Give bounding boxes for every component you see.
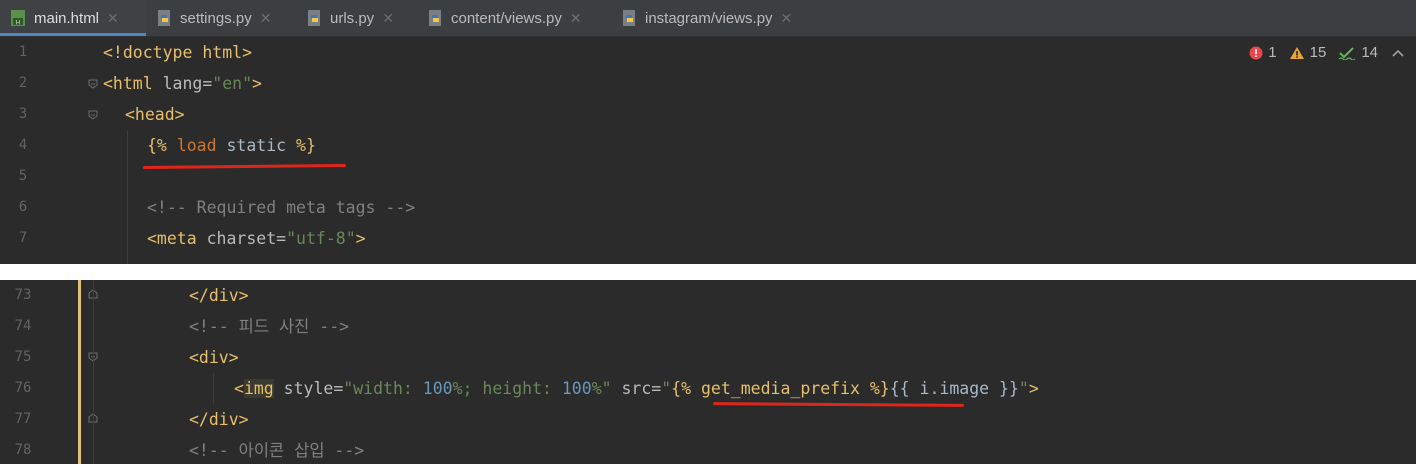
tab-label: instagram/views.py [645,9,773,27]
warning-count: 15 [1289,44,1326,61]
line-number: 1 [18,44,28,60]
line-number: 76 [14,380,32,396]
code-line-74[interactable]: <!-- 피드 사진 --> [189,311,349,342]
change-marker [78,280,81,464]
line-number: 3 [18,106,28,122]
editor-tab-bar: H main.html ✕ settings.py ✕ urls.py ✕ co… [0,0,1416,37]
fold-marker-icon[interactable] [88,110,98,120]
chevron-up-icon[interactable] [1392,48,1404,58]
indent-guide [213,373,214,404]
python-file-icon [621,9,637,27]
code-line-77[interactable]: </div> [189,404,249,435]
python-file-icon [306,9,322,27]
typo-check-icon [1338,46,1356,60]
indent-guide [127,130,128,264]
line-number: 73 [14,287,32,303]
code-line-7[interactable]: <meta charset="utf-8"> [147,223,366,254]
code-line-1[interactable]: <!doctype html> [103,37,252,68]
line-number: 5 [18,168,28,184]
line-number: 6 [18,199,28,215]
editor-panel-bottom: 73 74 75 76 77 78 </div> <!-- 피드 사진 --> … [0,280,1416,464]
close-tab-icon[interactable]: ✕ [570,10,582,27]
code-line-6[interactable]: <!-- Required meta tags --> [147,192,415,223]
indent-guide [93,280,94,464]
line-number: 78 [14,442,32,458]
tab-label: content/views.py [451,9,562,27]
line-number: 74 [14,318,32,334]
line-number: 77 [14,411,32,427]
line-number: 4 [18,137,28,153]
error-icon [1249,46,1263,59]
editor-panel-top: H main.html ✕ settings.py ✕ urls.py ✕ co… [0,0,1416,264]
line-number: 75 [14,349,32,365]
typo-count: 14 [1338,44,1378,61]
close-tab-icon[interactable]: ✕ [107,10,119,27]
warning-icon [1289,46,1304,59]
close-tab-icon[interactable]: ✕ [260,10,272,27]
tab-urls-py[interactable]: urls.py ✕ [306,0,394,36]
tab-label: settings.py [180,9,252,27]
tab-label: main.html [34,9,100,27]
python-file-icon [427,9,443,27]
tab-label: urls.py [330,9,375,27]
code-line-4[interactable]: {% load static %} [147,130,316,161]
tab-main-html[interactable]: H main.html ✕ [0,0,146,36]
line-number: 2 [18,75,28,91]
html-file-icon: H [10,9,26,27]
tab-instagram-views-py[interactable]: instagram/views.py ✕ [621,0,792,36]
python-file-icon [156,9,172,27]
close-tab-icon[interactable]: ✕ [781,10,793,27]
fold-marker-icon[interactable] [88,79,98,89]
highlight-underline [142,163,347,170]
code-line-2[interactable]: <html lang="en"> [103,68,262,99]
code-line-3[interactable]: <head> [125,99,185,130]
error-count: 1 [1249,44,1277,61]
line-number: 7 [18,230,28,246]
code-line-78[interactable]: <!-- 아이콘 삽입 --> [189,435,364,466]
tab-content-views-py[interactable]: content/views.py ✕ [427,0,582,36]
code-line-73[interactable]: </div> [189,280,249,311]
inspection-widget[interactable]: 1 15 14 [1249,44,1404,61]
highlight-underline [712,402,965,407]
close-tab-icon[interactable]: ✕ [382,10,394,27]
code-line-76[interactable]: <img style="width: 100%; height: 100%" s… [234,373,1039,404]
code-line-75[interactable]: <div> [189,342,239,373]
svg-text:H: H [16,20,21,27]
tab-settings-py[interactable]: settings.py ✕ [156,0,271,36]
